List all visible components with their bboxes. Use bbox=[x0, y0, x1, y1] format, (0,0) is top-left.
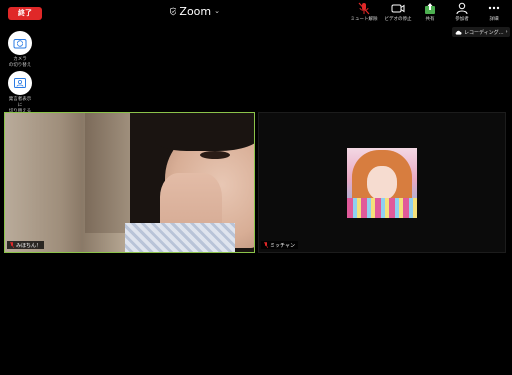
profile-avatar bbox=[347, 148, 417, 218]
switch-view-button[interactable]: 発言者表示 に 切り替える bbox=[6, 71, 34, 115]
chevron-right-icon: › bbox=[505, 29, 508, 35]
participants-icon bbox=[456, 2, 468, 15]
recording-label: レコーディング… bbox=[464, 29, 504, 36]
participant-name-tag: ミッチャン bbox=[261, 241, 298, 249]
participant-video bbox=[5, 113, 254, 252]
switch-camera-button[interactable]: カメラ の切り替え bbox=[6, 31, 34, 69]
share-upload-icon bbox=[425, 3, 435, 14]
video-tile-active-speaker[interactable]: みほちん！ bbox=[4, 112, 255, 253]
mic-muted-icon bbox=[264, 242, 268, 248]
mic-muted-icon bbox=[10, 242, 14, 248]
meeting-toolbar: 終了 Zoom ⌄ ミュート解除 ビデオの停止 共有 参加者 詳細 bbox=[0, 0, 512, 26]
meeting-title[interactable]: Zoom ⌄ bbox=[170, 4, 220, 18]
participant-name: みほちん！ bbox=[16, 242, 42, 249]
share-label: 共有 bbox=[425, 17, 435, 22]
participant-name-tag: みほちん！ bbox=[7, 241, 45, 249]
shield-icon bbox=[170, 7, 177, 15]
share-button[interactable]: 共有 bbox=[413, 2, 447, 24]
mute-button[interactable]: ミュート解除 bbox=[347, 2, 381, 24]
participants-button[interactable]: 参加者 bbox=[445, 2, 479, 24]
recording-indicator[interactable]: レコーディング… › bbox=[452, 27, 510, 37]
participants-label: 参加者 bbox=[455, 17, 469, 22]
more-dots-icon bbox=[488, 6, 500, 10]
camera-switch-icon bbox=[13, 39, 27, 49]
chevron-down-icon: ⌄ bbox=[214, 7, 220, 15]
end-meeting-button[interactable]: 終了 bbox=[8, 7, 42, 20]
video-tile[interactable]: ミッチャン bbox=[258, 112, 506, 253]
stop-video-button[interactable]: ビデオの停止 bbox=[381, 2, 415, 24]
video-label: ビデオの停止 bbox=[384, 17, 412, 22]
mute-label: ミュート解除 bbox=[350, 17, 378, 22]
app-title: Zoom bbox=[179, 4, 212, 18]
cloud-icon bbox=[455, 30, 462, 35]
participant-name: ミッチャン bbox=[270, 242, 295, 249]
more-button[interactable]: 詳細 bbox=[477, 2, 511, 24]
video-camera-icon bbox=[391, 4, 405, 13]
mic-muted-icon bbox=[358, 2, 370, 15]
switch-camera-label: カメラ の切り替え bbox=[8, 57, 32, 68]
speaker-view-icon bbox=[14, 78, 26, 88]
more-label: 詳細 bbox=[489, 17, 499, 22]
